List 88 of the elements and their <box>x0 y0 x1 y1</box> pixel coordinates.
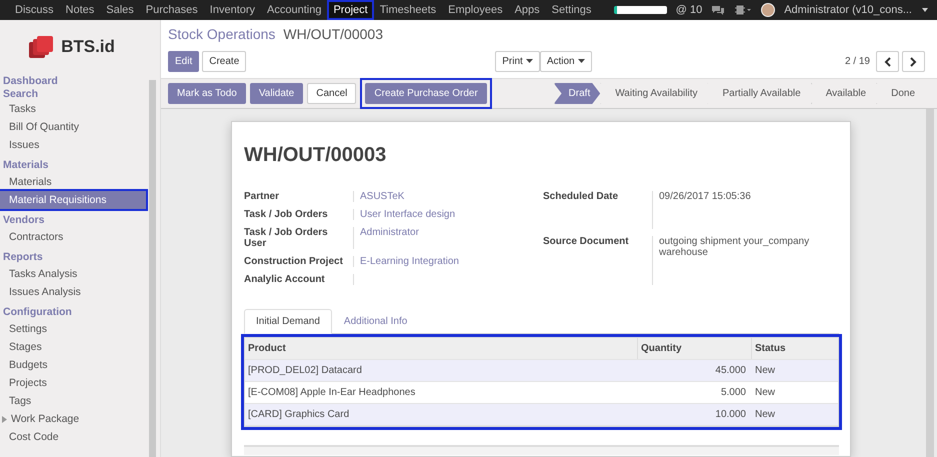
app-menu-item[interactable]: Purchases <box>140 0 204 20</box>
user-menu[interactable]: Administrator (v10_cons... <box>784 4 912 16</box>
menu-section-header[interactable]: Reports <box>0 246 146 265</box>
chat-icon[interactable] <box>711 4 726 16</box>
sidebar-item[interactable]: Material Requisitions <box>0 191 146 209</box>
workflow-button[interactable]: Validate <box>250 83 304 104</box>
caret-icon <box>526 59 533 64</box>
avatar-icon <box>761 3 776 17</box>
app-menu-item[interactable]: Notes <box>60 0 100 20</box>
tab[interactable]: Initial Demand <box>244 309 332 334</box>
table-cell-text: [PROD_DEL02] Datacard <box>247 365 363 376</box>
field-label: Partner <box>244 191 280 202</box>
field-link[interactable]: ASUSTeK <box>360 191 404 202</box>
caret-icon <box>921 7 929 13</box>
menu-section-header[interactable]: Vendors <box>0 209 146 228</box>
app-menu-item[interactable]: Settings <box>546 0 598 20</box>
menu-section-header[interactable]: Configuration <box>0 301 146 320</box>
field-value: 09/26/2017 15:05:36 <box>659 191 751 202</box>
expand-icon <box>2 416 7 422</box>
table-cell-text: 5.000 <box>720 387 747 398</box>
sidebar-item[interactable]: Tasks <box>0 100 146 118</box>
record-title: WH/OUT/00003 <box>244 144 388 167</box>
toolbar-button[interactable]: Create <box>202 51 246 72</box>
field-value: outgoing shipment your_company warehouse <box>659 236 810 258</box>
table-cell-text: 45.000 <box>714 365 747 376</box>
sidebar-item[interactable]: Issues Analysis <box>0 283 146 301</box>
sidebar-item[interactable]: Contractors <box>0 228 146 246</box>
table-cell-text: New <box>754 387 776 398</box>
table-cell-text: New <box>754 409 776 420</box>
sidebar-item[interactable]: Issues <box>0 136 146 154</box>
app-menu-item[interactable]: Employees <box>442 0 509 20</box>
app-menu-item[interactable]: Timesheets <box>374 0 442 20</box>
chevron-right-icon <box>910 56 917 66</box>
status-stage[interactable]: Draft <box>554 83 600 104</box>
app-menu-item[interactable]: Accounting <box>261 0 328 20</box>
table-cell-text: New <box>754 365 776 376</box>
menu-section-header[interactable]: Materials <box>0 154 146 173</box>
app-menu-item[interactable]: Apps <box>508 0 546 20</box>
sidebar-item[interactable]: Stages <box>0 338 146 356</box>
app-menu-item[interactable]: Discuss <box>9 0 60 20</box>
sidebar-item[interactable]: Bill Of Quantity <box>0 118 146 136</box>
field-link[interactable]: Administrator <box>360 227 419 238</box>
tab[interactable]: Additional Info <box>332 309 420 334</box>
workflow-button[interactable]: Create Purchase Order <box>365 83 487 104</box>
sidebar-item[interactable]: Tags <box>0 392 146 410</box>
breadcrumb-current: WH/OUT/00003 <box>283 26 383 42</box>
field-label: Scheduled Date <box>543 191 620 204</box>
logo-text: BTS.id <box>61 37 115 57</box>
next-button[interactable] <box>902 51 925 72</box>
field-link[interactable]: E-Learning Integration <box>360 256 459 267</box>
table-cell-text: 10.000 <box>714 409 747 420</box>
scrollbar[interactable] <box>149 80 156 457</box>
app-menu-item[interactable]: Sales <box>100 0 140 20</box>
dropdown-button[interactable]: Action <box>540 51 592 72</box>
field-label: Analylic Account <box>244 274 326 285</box>
chevron-left-icon <box>884 56 891 66</box>
menu-section-header[interactable]: Search <box>0 87 146 100</box>
sidebar-item[interactable]: Cost Code <box>0 428 146 446</box>
app-menu-item[interactable]: Project <box>327 0 374 20</box>
table-cell-text: [E-COM08] Apple In-Ear Headphones <box>247 387 416 398</box>
field-label: Task / Job Orders <box>244 209 329 220</box>
table-cell-text: [CARD] Graphics Card <box>247 409 350 420</box>
toolbar-button[interactable]: Edit <box>168 51 200 72</box>
previous-button[interactable] <box>876 51 899 72</box>
menu-section-header[interactable]: Dashboard <box>0 74 146 87</box>
workflow-button[interactable]: Cancel <box>307 83 356 104</box>
sidebar-item[interactable]: Work Package <box>0 410 146 428</box>
caret-icon <box>578 59 585 64</box>
app-menu-item[interactable]: Inventory <box>204 0 262 20</box>
sidebar-item[interactable]: Materials <box>0 173 146 191</box>
field-label: Task / Job Orders User <box>244 227 329 249</box>
column-header[interactable]: Quantity <box>637 338 751 359</box>
scrollbar[interactable] <box>926 109 934 457</box>
breadcrumb-link[interactable]: Stock Operations <box>168 26 276 42</box>
sidebar-item[interactable]: Settings <box>0 320 146 338</box>
workflow-button[interactable]: Mark as Todo <box>168 83 246 104</box>
notification-counter[interactable]: @ 10 <box>676 4 702 16</box>
field-label: Source Document <box>543 236 630 249</box>
column-header[interactable]: Product <box>245 343 637 354</box>
sidebar-item[interactable]: Budgets <box>0 356 146 374</box>
sidebar-item[interactable]: Tasks Analysis <box>0 265 146 283</box>
field-link[interactable]: User Interface design <box>360 209 456 220</box>
pager-text: 2 / 19 <box>844 56 870 67</box>
sidebar-item[interactable]: Projects <box>0 374 146 392</box>
field-label: Construction Project <box>244 256 344 267</box>
progress-bar-drawing <box>614 6 667 14</box>
column-header[interactable]: Status <box>751 338 838 359</box>
dropdown-button[interactable]: Print <box>495 51 540 72</box>
